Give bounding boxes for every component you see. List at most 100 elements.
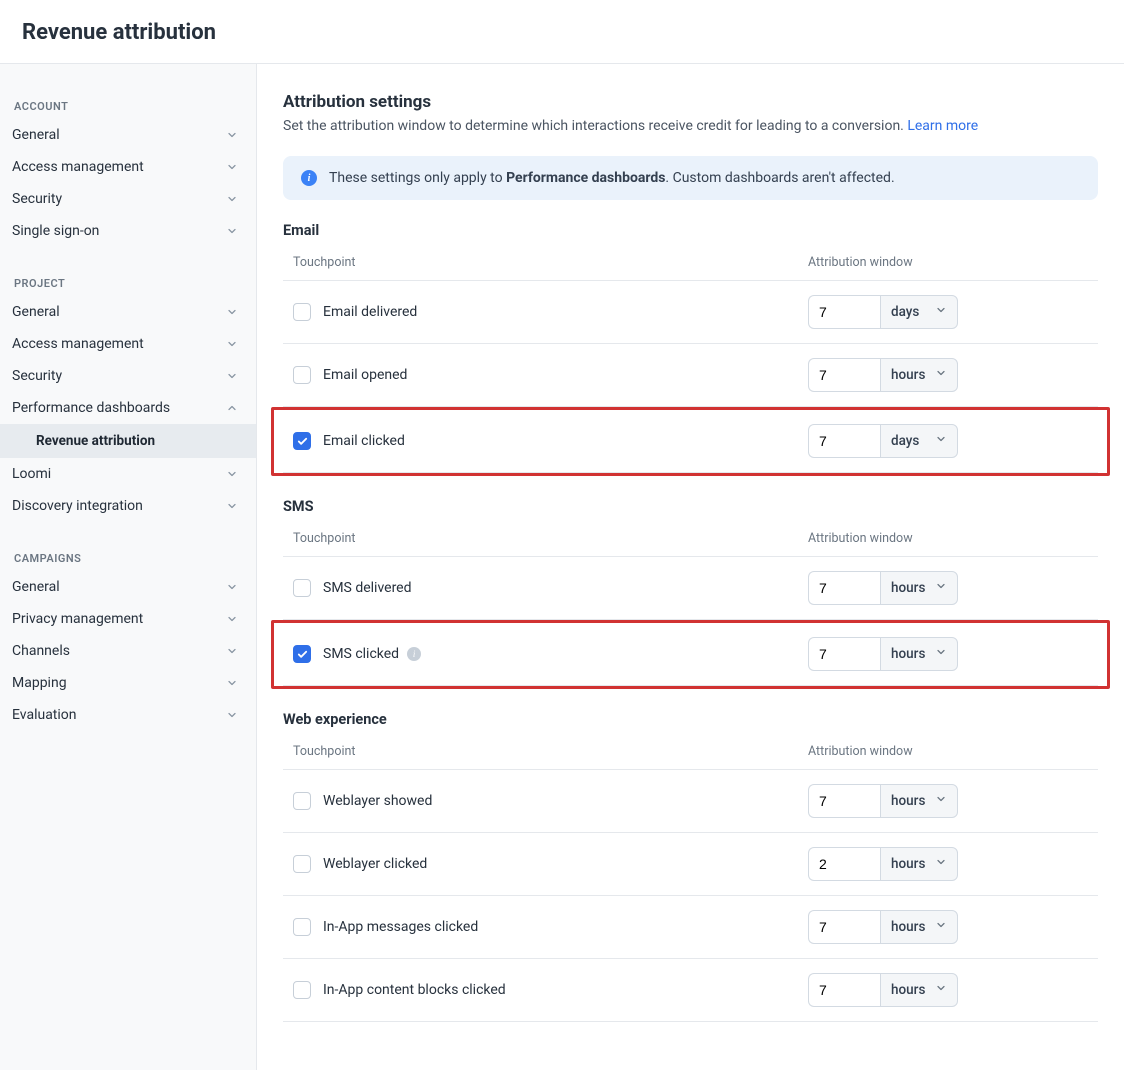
- touchpoint-row: In-App messages clickedhours: [283, 896, 1098, 959]
- attribution-window-value[interactable]: [808, 358, 880, 392]
- chevron-down-icon: [935, 982, 947, 998]
- chevron-down-icon: [224, 159, 240, 175]
- touchpoint-checkbox[interactable]: [293, 645, 311, 663]
- chevron-down-icon: [224, 304, 240, 320]
- sidebar-group-label: ACCOUNT: [0, 90, 256, 119]
- sidebar-item-general[interactable]: General: [0, 296, 256, 328]
- sidebar-item-label: Channels: [12, 643, 70, 659]
- chevron-down-icon: [935, 919, 947, 935]
- info-icon[interactable]: i: [407, 647, 421, 661]
- attribution-window-unit[interactable]: hours: [880, 847, 958, 881]
- chevron-down-icon: [935, 433, 947, 449]
- learn-more-link[interactable]: Learn more: [907, 118, 978, 134]
- sidebar-item-privacy-management[interactable]: Privacy management: [0, 603, 256, 635]
- sidebar-item-label: General: [12, 304, 60, 320]
- attribution-window-value[interactable]: [808, 295, 880, 329]
- touchpoint-checkbox[interactable]: [293, 366, 311, 384]
- sidebar-item-label: Evaluation: [12, 707, 77, 723]
- chevron-down-icon: [224, 336, 240, 352]
- section-title: Email: [283, 222, 1098, 239]
- touchpoint-row: Weblayer clickedhours: [283, 833, 1098, 896]
- touchpoint-checkbox[interactable]: [293, 981, 311, 999]
- sidebar-item-access-management[interactable]: Access management: [0, 328, 256, 360]
- attribution-window-unit[interactable]: hours: [880, 910, 958, 944]
- attribution-window-unit[interactable]: hours: [880, 358, 958, 392]
- attribution-window-unit[interactable]: hours: [880, 973, 958, 1007]
- chevron-down-icon: [224, 368, 240, 384]
- chevron-down-icon: [224, 675, 240, 691]
- touchpoint-row: Weblayer showed hours: [283, 770, 1098, 833]
- chevron-down-icon: [935, 304, 947, 320]
- attribution-window-value[interactable]: [808, 973, 880, 1007]
- chevron-down-icon: [935, 856, 947, 872]
- sidebar-item-channels[interactable]: Channels: [0, 635, 256, 667]
- touchpoint-label: In-App content blocks clicked: [323, 982, 506, 998]
- settings-heading: Attribution settings: [283, 92, 1098, 112]
- sidebar-item-discovery-integration[interactable]: Discovery integration: [0, 490, 256, 522]
- sidebar-item-label: Access management: [12, 336, 144, 352]
- sidebar-item-label: Performance dashboards: [12, 400, 170, 416]
- touchpoint-label: Weblayer showed: [323, 793, 432, 809]
- touchpoint-row: Email opened hours: [283, 344, 1098, 407]
- column-header-attribution-window: Attribution window: [808, 744, 1088, 759]
- sidebar-item-evaluation[interactable]: Evaluation: [0, 699, 256, 731]
- attribution-window-unit[interactable]: hours: [880, 571, 958, 605]
- touchpoint-label: SMS delivered: [323, 580, 412, 596]
- sidebar-item-general[interactable]: General: [0, 571, 256, 603]
- attribution-window-unit[interactable]: days: [880, 424, 958, 458]
- touchpoint-checkbox[interactable]: [293, 855, 311, 873]
- touchpoint-row: In-App content blocks clicked hours: [283, 959, 1098, 1022]
- attribution-window-unit[interactable]: hours: [880, 637, 958, 671]
- sidebar-item-label: Loomi: [12, 466, 51, 482]
- sidebar-item-access-management[interactable]: Access management: [0, 151, 256, 183]
- info-banner: i These settings only apply to Performan…: [283, 156, 1098, 200]
- sidebar-item-label: Single sign-on: [12, 223, 99, 239]
- sidebar-item-security[interactable]: Security: [0, 360, 256, 392]
- sidebar-item-security[interactable]: Security: [0, 183, 256, 215]
- chevron-down-icon: [224, 707, 240, 723]
- chevron-down-icon: [224, 466, 240, 482]
- sidebar-item-performance-dashboards[interactable]: Performance dashboards: [0, 392, 256, 424]
- attribution-window-value[interactable]: [808, 637, 880, 671]
- touchpoint-row: Email clicked days: [283, 410, 1098, 473]
- sidebar-item-label: Privacy management: [12, 611, 143, 627]
- section-title: Web experience: [283, 711, 1098, 728]
- column-header-attribution-window: Attribution window: [808, 255, 1088, 270]
- attribution-window-value[interactable]: [808, 847, 880, 881]
- column-header-touchpoint: Touchpoint: [293, 255, 808, 270]
- attribution-window-value[interactable]: [808, 910, 880, 944]
- touchpoint-label: Email opened: [323, 367, 407, 383]
- touchpoint-checkbox[interactable]: [293, 432, 311, 450]
- sidebar-item-mapping[interactable]: Mapping: [0, 667, 256, 699]
- column-header-attribution-window: Attribution window: [808, 531, 1088, 546]
- attribution-window-unit[interactable]: days: [880, 295, 958, 329]
- touchpoint-label: Email delivered: [323, 304, 417, 320]
- touchpoint-checkbox[interactable]: [293, 303, 311, 321]
- sidebar-group-label: CAMPAIGNS: [0, 542, 256, 571]
- sidebar-item-general[interactable]: General: [0, 119, 256, 151]
- sidebar: ACCOUNTGeneralAccess managementSecurityS…: [0, 64, 257, 1070]
- touchpoint-checkbox[interactable]: [293, 918, 311, 936]
- attribution-window-value[interactable]: [808, 424, 880, 458]
- section-title: SMS: [283, 498, 1098, 515]
- chevron-down-icon: [224, 611, 240, 627]
- sidebar-subitem-revenue-attribution[interactable]: Revenue attribution: [0, 424, 256, 458]
- touchpoint-checkbox[interactable]: [293, 792, 311, 810]
- sidebar-item-label: General: [12, 579, 60, 595]
- chevron-down-icon: [224, 191, 240, 207]
- sidebar-item-label: Security: [12, 191, 62, 207]
- touchpoint-checkbox[interactable]: [293, 579, 311, 597]
- sidebar-item-single-sign-on[interactable]: Single sign-on: [0, 215, 256, 247]
- touchpoint-label: Email clicked: [323, 433, 405, 449]
- sidebar-item-loomi[interactable]: Loomi: [0, 458, 256, 490]
- chevron-down-icon: [935, 580, 947, 596]
- sidebar-item-label: Access management: [12, 159, 144, 175]
- attribution-window-value[interactable]: [808, 784, 880, 818]
- settings-subtitle: Set the attribution window to determine …: [283, 118, 1098, 134]
- chevron-down-icon: [224, 127, 240, 143]
- attribution-window-value[interactable]: [808, 571, 880, 605]
- touchpoint-row: SMS clickedihours: [283, 623, 1098, 686]
- attribution-window-unit[interactable]: hours: [880, 784, 958, 818]
- column-header-touchpoint: Touchpoint: [293, 744, 808, 759]
- column-header-touchpoint: Touchpoint: [293, 531, 808, 546]
